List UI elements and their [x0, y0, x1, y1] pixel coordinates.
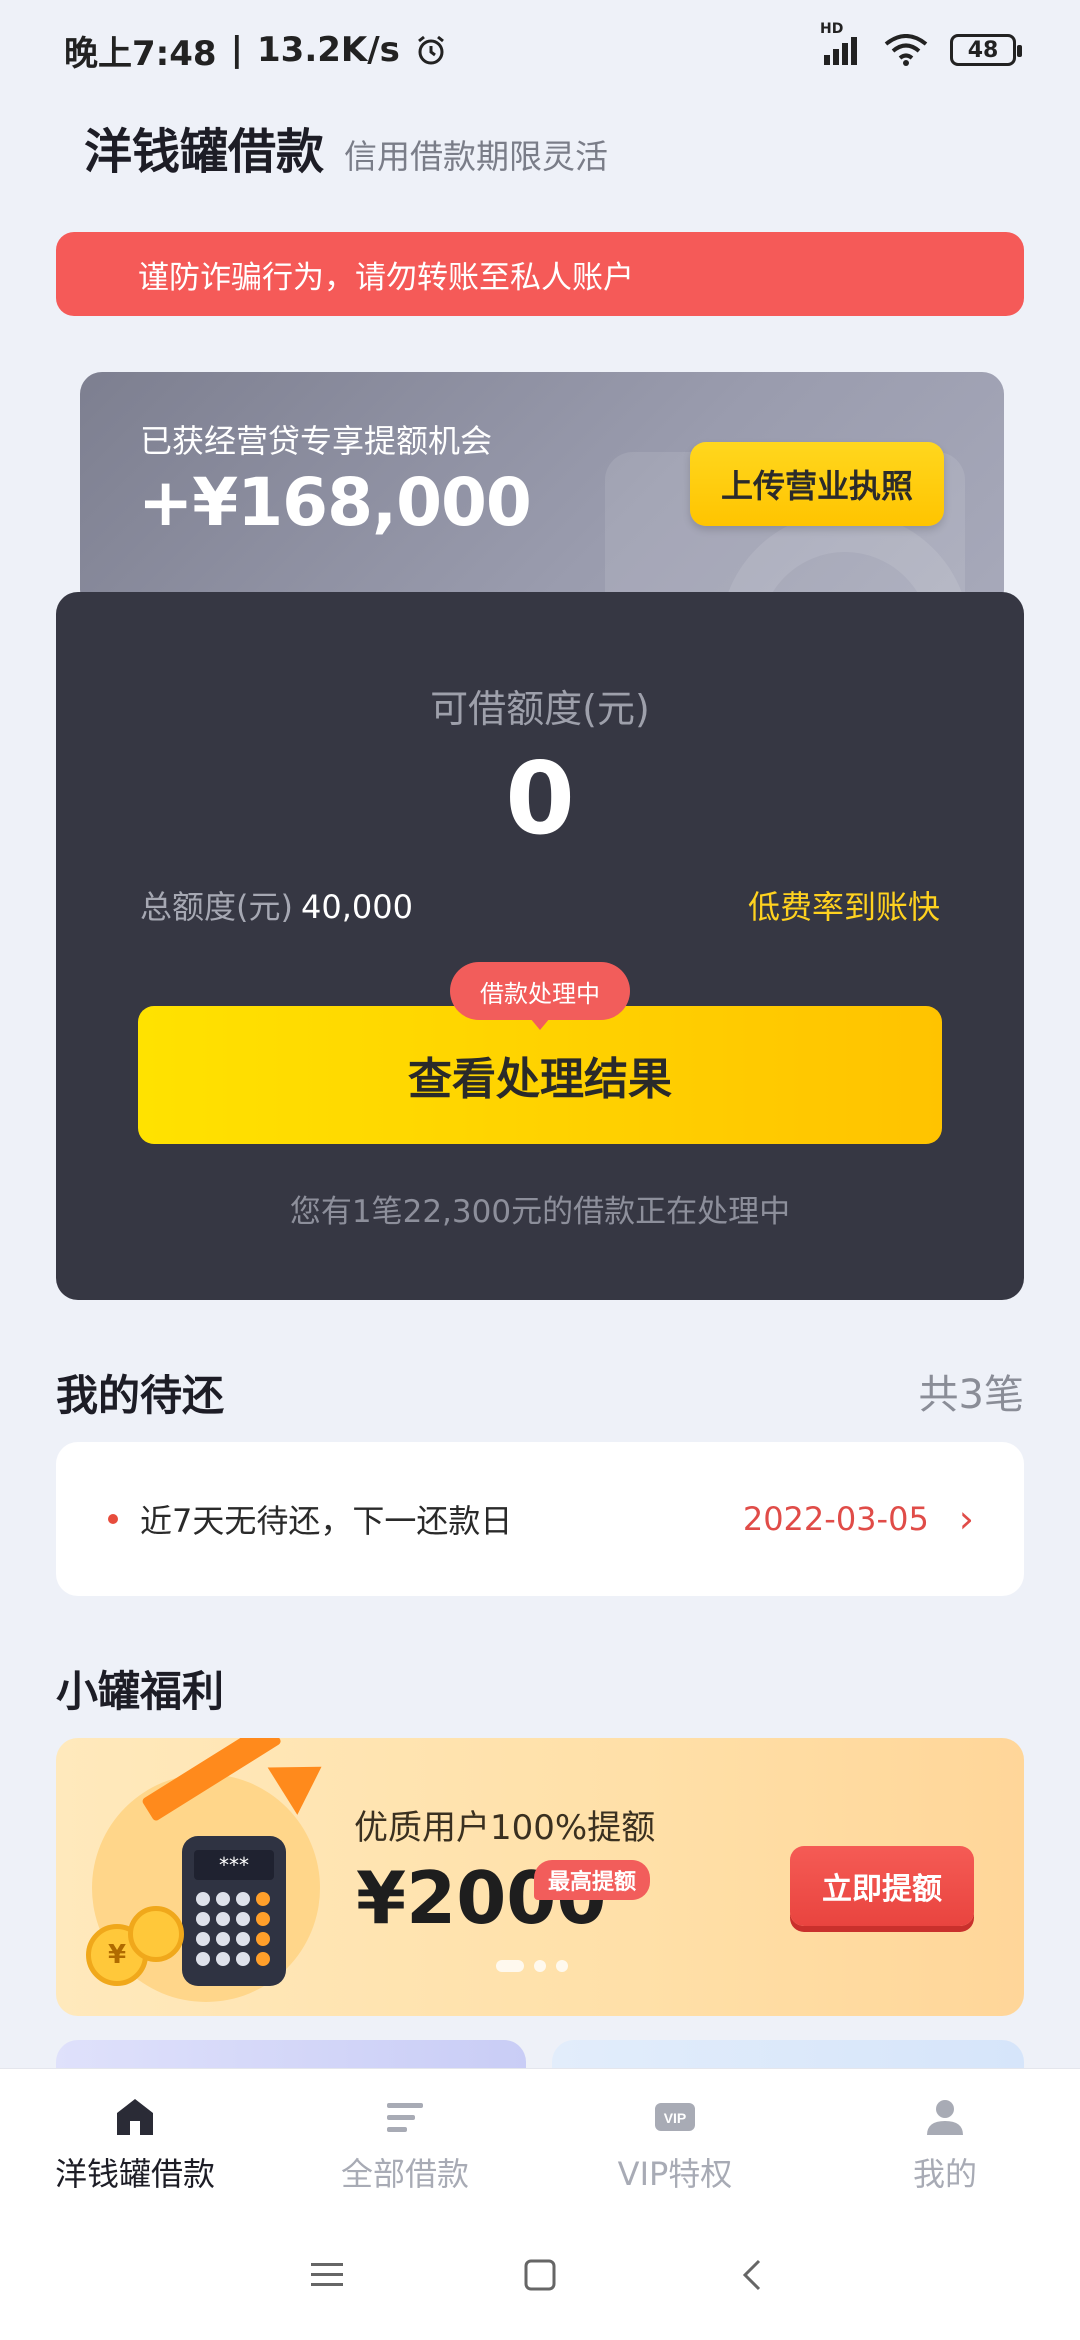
- status-time: 晚上7:48: [64, 33, 217, 74]
- tab-all-loans-label: 全部借款: [340, 2155, 469, 2193]
- app-header: 洋钱罐借款 信用借款期限灵活: [84, 112, 608, 182]
- signal-icon: HD: [820, 21, 862, 65]
- calculator-icon: ***: [182, 1836, 286, 1986]
- max-increase-tag: 最高提额: [534, 1860, 651, 1900]
- increase-limit-button[interactable]: 立即提额: [790, 1846, 974, 1926]
- back-icon[interactable]: [733, 2255, 773, 2295]
- promo-amount: +¥168,000: [138, 464, 532, 541]
- wifi-icon: [884, 34, 928, 66]
- tab-home[interactable]: 洋钱罐借款: [0, 2069, 270, 2210]
- next-repayment-row[interactable]: 近7天无待还，下一还款日 2022-03-05 ›: [56, 1442, 1024, 1596]
- svg-text:VIP: VIP: [664, 2110, 687, 2126]
- status-left: 晚上7:48 | 13.2K/s: [64, 26, 448, 75]
- benefit-headline: 优质用户100%提额: [354, 1808, 656, 1848]
- fraud-warning-banner[interactable]: 谨防诈骗行为，请勿转账至私人账户: [56, 232, 1024, 316]
- battery-indicator: 48: [950, 34, 1022, 66]
- red-dot-icon: [108, 1514, 118, 1524]
- processing-note: 您有1笔22,300元的借款正在处理中: [289, 1194, 791, 1230]
- vip-icon: VIP: [655, 2103, 695, 2131]
- status-right: HD 48: [820, 21, 1022, 66]
- alarm-icon: [417, 35, 444, 65]
- tab-vip[interactable]: VIP VIP特权: [540, 2069, 810, 2210]
- repayment-section-title: 我的待还: [56, 1371, 225, 1420]
- available-credit-label: 可借额度(元): [430, 687, 650, 731]
- low-fee-tag: 低费率到账快: [747, 888, 940, 926]
- coin-icon: [128, 1906, 184, 1962]
- credit-limit-card: 可借额度(元) 0 总额度(元) 40,000 低费率到账快 借款处理中 查看处理…: [56, 592, 1024, 1300]
- total-credit-label: 总额度(元): [140, 888, 293, 926]
- carousel-dot[interactable]: [556, 1960, 568, 1972]
- person-icon: [927, 2100, 963, 2135]
- business-loan-promo-card[interactable]: 已获经营贷专享提额机会 +¥168,000 上传营业执照: [80, 372, 1004, 612]
- status-bar: 晚上7:48 | 13.2K/s HD 48: [0, 0, 1080, 100]
- menu-icon[interactable]: [307, 2257, 347, 2293]
- available-credit-value: 0: [505, 740, 575, 857]
- total-credit-row: 总额度(元) 40,000: [140, 882, 413, 928]
- upload-license-button[interactable]: 上传营业执照: [690, 442, 944, 526]
- home-square-icon[interactable]: [520, 2255, 560, 2295]
- benefits-section-title: 小罐福利: [56, 1667, 225, 1716]
- page-subtitle: 信用借款期限灵活: [344, 137, 609, 176]
- list-icon: [387, 2103, 423, 2132]
- system-nav-bar: [0, 2210, 1080, 2340]
- promo-label: 已获经营贷专享提额机会: [140, 422, 493, 460]
- tab-all-loans[interactable]: 全部借款: [270, 2069, 540, 2210]
- home-icon: [117, 2099, 153, 2135]
- processing-badge: 借款处理中: [450, 962, 630, 1030]
- status-separator: |: [230, 30, 243, 70]
- bottom-tab-bar: 洋钱罐借款 全部借款 VIP VIP特权 我的: [0, 2068, 1080, 2210]
- carousel-dot-active[interactable]: [496, 1960, 524, 1972]
- repayment-date: 2022-03-05: [742, 1500, 929, 1538]
- tab-me-label: 我的: [912, 2155, 977, 2193]
- tab-me[interactable]: 我的: [810, 2069, 1080, 2210]
- repayment-count[interactable]: 共3笔: [919, 1362, 1024, 1420]
- signal-hd-label: HD: [820, 21, 844, 37]
- carousel-indicator[interactable]: [496, 1960, 568, 1972]
- total-credit-value: 40,000: [300, 888, 413, 926]
- repayment-status-text: 近7天无待还，下一还款日: [140, 1502, 513, 1540]
- network-speed: 13.2K/s: [257, 30, 400, 70]
- tab-vip-label: VIP特权: [617, 2155, 733, 2193]
- calculator-keys: [196, 1892, 270, 1966]
- calculator-screen: ***: [194, 1850, 274, 1880]
- benefit-banner[interactable]: *** ¥ 优质用户100%提额 ¥2000 最高提额 立即提额: [56, 1738, 1024, 2016]
- page-title: 洋钱罐借款: [84, 124, 325, 180]
- carousel-dot[interactable]: [534, 1960, 546, 1972]
- chevron-right-icon: ›: [958, 1497, 974, 1541]
- tab-home-label: 洋钱罐借款: [54, 2155, 215, 2193]
